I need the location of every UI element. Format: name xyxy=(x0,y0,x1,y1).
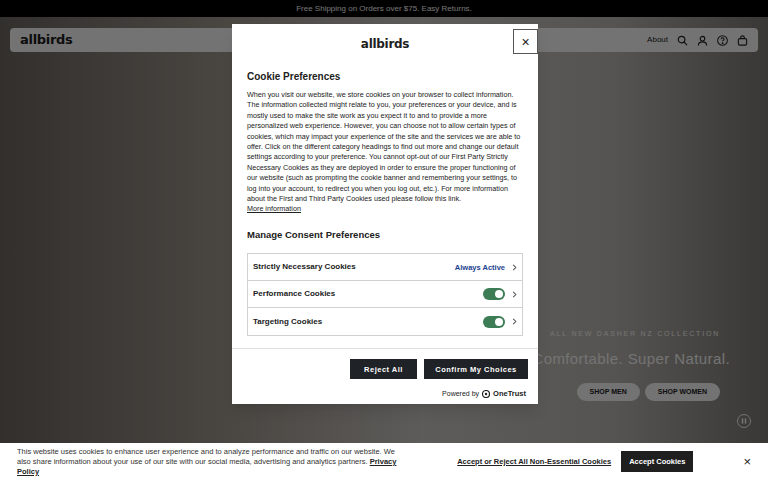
accept-or-reject-link[interactable]: Accept or Reject All Non-Essential Cooki… xyxy=(457,456,611,467)
toggle-knob xyxy=(495,318,503,326)
dialog-header: allbirds × xyxy=(232,24,538,60)
close-button[interactable]: × xyxy=(513,29,538,54)
dialog-title: Cookie Preferences xyxy=(247,69,523,84)
category-control xyxy=(483,288,517,300)
banner-text: This website uses cookies to enhance use… xyxy=(17,447,447,477)
onetrust-brand: OneTrust xyxy=(493,388,526,399)
powered-by-label: Powered by xyxy=(442,389,479,400)
chevron-right-icon[interactable] xyxy=(512,264,517,271)
category-toggle[interactable] xyxy=(483,316,505,328)
cookie-banner: This website uses cookies to enhance use… xyxy=(0,443,768,480)
confirm-choices-button[interactable]: Confirm My Choices xyxy=(424,359,528,379)
banner-close-button[interactable]: × xyxy=(743,455,751,468)
consent-row[interactable]: Performance Cookies xyxy=(248,281,522,308)
dialog-body: Cookie Preferences When you visit our web… xyxy=(232,60,538,336)
cookie-preferences-dialog: allbirds × Cookie Preferences When you visi… xyxy=(232,24,538,404)
chevron-right-icon[interactable] xyxy=(512,291,517,298)
consent-row[interactable]: Strictly Necessary Cookies Always Active xyxy=(248,254,522,281)
consent-list: Strictly Necessary Cookies Always Active P… xyxy=(247,253,523,336)
dialog-buttons: Reject All Confirm My Choices xyxy=(232,359,538,379)
category-name: Performance Cookies xyxy=(253,288,335,300)
category-toggle[interactable] xyxy=(483,288,505,300)
dialog-description: When you visit our website, we store coo… xyxy=(247,90,523,204)
powered-by: Powered by OneTrust xyxy=(232,388,538,404)
chevron-right-icon[interactable] xyxy=(512,318,517,325)
accept-cookies-button[interactable]: Accept Cookies xyxy=(621,451,693,472)
reject-all-button[interactable]: Reject All xyxy=(350,359,417,379)
consent-row[interactable]: Targeting Cookies xyxy=(248,308,522,335)
manage-title: Manage Consent Preferences xyxy=(247,228,523,242)
more-information-link[interactable]: More information xyxy=(247,204,301,214)
dialog-logo: allbirds xyxy=(361,35,409,53)
category-name: Strictly Necessary Cookies xyxy=(253,261,356,273)
toggle-knob xyxy=(495,290,503,298)
banner-message: This website uses cookies to enhance use… xyxy=(17,447,395,466)
dialog-footer: Reject All Confirm My Choices Powered by On… xyxy=(232,348,538,404)
category-status: Always Active xyxy=(455,262,505,273)
category-control xyxy=(483,316,517,328)
category-name: Targeting Cookies xyxy=(253,316,322,328)
category-control: Always Active xyxy=(455,262,517,273)
onetrust-icon xyxy=(482,390,490,398)
